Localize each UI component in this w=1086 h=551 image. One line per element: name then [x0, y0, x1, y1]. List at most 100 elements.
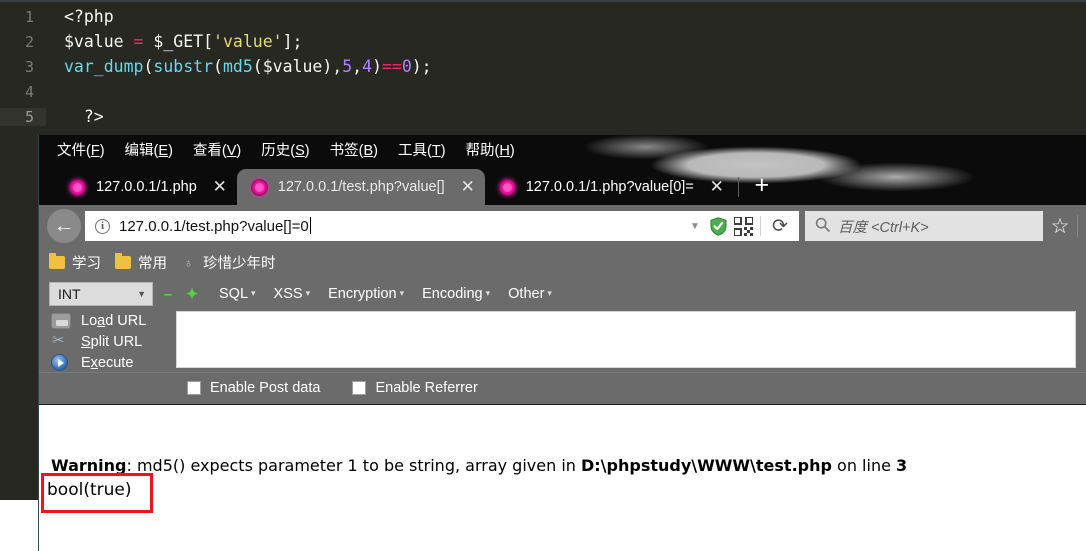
var-dump-result: bool(true)	[47, 480, 132, 500]
checkbox-icon[interactable]	[187, 380, 201, 395]
menu-item-7[interactable]: 帮助(H)	[456, 137, 525, 162]
line-number: 2	[24, 32, 34, 51]
code-line[interactable]: 5 ?>	[0, 104, 1086, 129]
code-token: (	[213, 57, 223, 76]
menu-item-tail: )	[509, 143, 515, 159]
hackbar-type-select[interactable]: INT ▼	[49, 282, 153, 306]
code-line[interactable]: 4	[0, 79, 1086, 104]
menu-item-label: 查看(	[192, 143, 227, 159]
close-icon[interactable]: ✕	[706, 176, 728, 198]
hackbar-action-split-url[interactable]: Split URL	[51, 331, 176, 352]
bookmark-item[interactable]: 学习	[49, 252, 101, 273]
menu-item-label: 文件(	[57, 143, 91, 159]
line-number: 3	[24, 57, 34, 76]
url-value: 127.0.0.1/test.php?value[]=0	[119, 218, 309, 235]
navbar-right-divider	[1077, 215, 1078, 237]
menu-item-label: 工具(	[397, 143, 432, 159]
checkbox-icon[interactable]	[352, 380, 367, 395]
menu-item-3[interactable]: 查看(V)	[183, 137, 251, 162]
search-icon	[815, 217, 830, 235]
menu-item-accel: T	[431, 143, 441, 159]
bookmark-star-icon[interactable]: ☆	[1043, 214, 1077, 239]
menu-item-2[interactable]: 编辑(E)	[115, 137, 183, 162]
browser-navigation-bar: ← i 127.0.0.1/test.php?value[]=0 ▼ ⟳ 百度 …	[39, 205, 1086, 247]
tab-strip-divider	[737, 177, 739, 197]
code-line[interactable]: 3 var_dump(substr(md5($value),5,4)==0);	[0, 54, 1086, 79]
code-token: )	[372, 57, 382, 76]
warning-line-number: 3	[896, 456, 908, 475]
menu-item-accel: V	[226, 143, 237, 159]
editor-code-lines[interactable]: 1 <?php 2 $value = $_GET['value']; 3 var_dump…	[0, 0, 1086, 129]
increment-button[interactable]: ✦	[183, 285, 201, 303]
site-info-icon[interactable]: i	[95, 218, 110, 234]
bookmark-item[interactable]: ♁ 珍惜少年时	[181, 252, 276, 273]
new-tab-button[interactable]: +	[747, 171, 777, 201]
menu-item-tail: )	[440, 143, 446, 159]
label-accel: a	[97, 312, 106, 329]
menu-item-tail: )	[168, 143, 173, 159]
close-icon[interactable]: ✕	[457, 176, 479, 198]
menu-item-5[interactable]: 书签(B)	[320, 137, 388, 162]
code-token: <?php	[64, 7, 114, 26]
menu-item-label: 书签(	[329, 143, 364, 159]
code-token: $value	[64, 32, 134, 51]
menu-item-1[interactable]: 文件(F)	[47, 137, 115, 162]
address-bar-divider	[760, 216, 761, 236]
label-suffix: plit URL	[90, 333, 143, 350]
tab-favicon-icon	[498, 178, 516, 196]
code-token: $_GET[	[143, 32, 214, 51]
menu-item-label: 帮助(	[465, 143, 500, 159]
hackbar-checkbox-1[interactable]: Enable Post data	[187, 380, 320, 396]
browser-menu-bar[interactable]: 文件(F) 编辑(E) 查看(V) 历史(S) 书签(B) 工具(T) 帮助(H)	[39, 135, 1086, 164]
back-button[interactable]: ←	[47, 209, 81, 243]
hackbar-menu-xss[interactable]: XSS ▾	[274, 286, 311, 302]
hackbar-menu-label: Encryption	[328, 286, 397, 302]
hackbar-menu-other[interactable]: Other ▾	[508, 286, 552, 302]
hackbar-menu-sql[interactable]: SQL ▾	[219, 286, 256, 302]
browser-tab-2[interactable]: 127.0.0.1/test.php?value[] ✕	[236, 169, 485, 205]
close-icon[interactable]: ✕	[209, 176, 231, 198]
bookmark-item[interactable]: 常用	[115, 252, 167, 273]
code-line[interactable]: 1 <?php	[0, 4, 1086, 29]
menu-item-tail: )	[236, 143, 242, 159]
hackbar-action-load-url[interactable]: Load URL	[51, 310, 176, 331]
search-placeholder-text: 百度 <Ctrl+K>	[838, 219, 929, 236]
chevron-down-icon: ▾	[399, 288, 405, 298]
shield-check-icon[interactable]	[706, 216, 730, 236]
code-token: 5	[342, 57, 353, 76]
hackbar-main-row: Load URL Split URL Execute	[39, 310, 1086, 372]
search-box[interactable]: 百度 <Ctrl+K>	[805, 211, 1043, 241]
label-accel: S	[81, 333, 91, 350]
tab-favicon-icon	[250, 178, 268, 196]
code-token: 4	[362, 57, 372, 76]
label-prefix: Lo	[81, 312, 98, 329]
hackbar-action-execute[interactable]: Execute	[51, 352, 176, 373]
code-token: ($value),	[252, 57, 343, 76]
code-token: =	[133, 32, 144, 51]
url-input[interactable]: 127.0.0.1/test.php?value[]=0	[119, 217, 684, 235]
menu-item-4[interactable]: 历史(S)	[251, 137, 319, 162]
qr-code-icon[interactable]	[730, 216, 756, 236]
address-bar[interactable]: i 127.0.0.1/test.php?value[]=0 ▼ ⟳	[85, 211, 799, 241]
reload-icon[interactable]: ⟳	[765, 215, 795, 238]
hackbar-menu-label: SQL	[219, 286, 249, 302]
decrement-button[interactable]: –	[159, 286, 177, 303]
hackbar-url-textarea[interactable]	[176, 311, 1076, 368]
browser-tab-strip[interactable]: 127.0.0.1/1.php ✕ 127.0.0.1/test.php?value…	[39, 135, 1086, 205]
menu-item-6[interactable]: 工具(T)	[388, 137, 456, 162]
hackbar-checkbox-2[interactable]: Enable Referrer	[352, 380, 478, 396]
bookmarks-bar[interactable]: 学习 常用 ♁ 珍惜少年时	[39, 247, 1086, 278]
code-token: ==	[381, 57, 402, 76]
menu-item-accel: B	[363, 143, 374, 159]
hackbar-menu-encryption[interactable]: Encryption ▾	[328, 286, 404, 302]
chevron-down-icon[interactable]: ▼	[684, 221, 706, 232]
code-token: 'value'	[213, 32, 283, 51]
browser-tab-3[interactable]: 127.0.0.1/1.php?value[0]= ✕	[485, 169, 734, 205]
hackbar-menu-label: Other	[508, 286, 545, 302]
code-line[interactable]: 2 $value = $_GET['value'];	[0, 29, 1086, 54]
code-token: substr	[153, 57, 214, 76]
browser-tab-1[interactable]: 127.0.0.1/1.php ✕	[55, 169, 237, 205]
hackbar-menu-encoding[interactable]: Encoding ▾	[422, 286, 490, 302]
chevron-down-icon: ▾	[547, 288, 552, 298]
menu-item-accel: H	[499, 143, 510, 159]
